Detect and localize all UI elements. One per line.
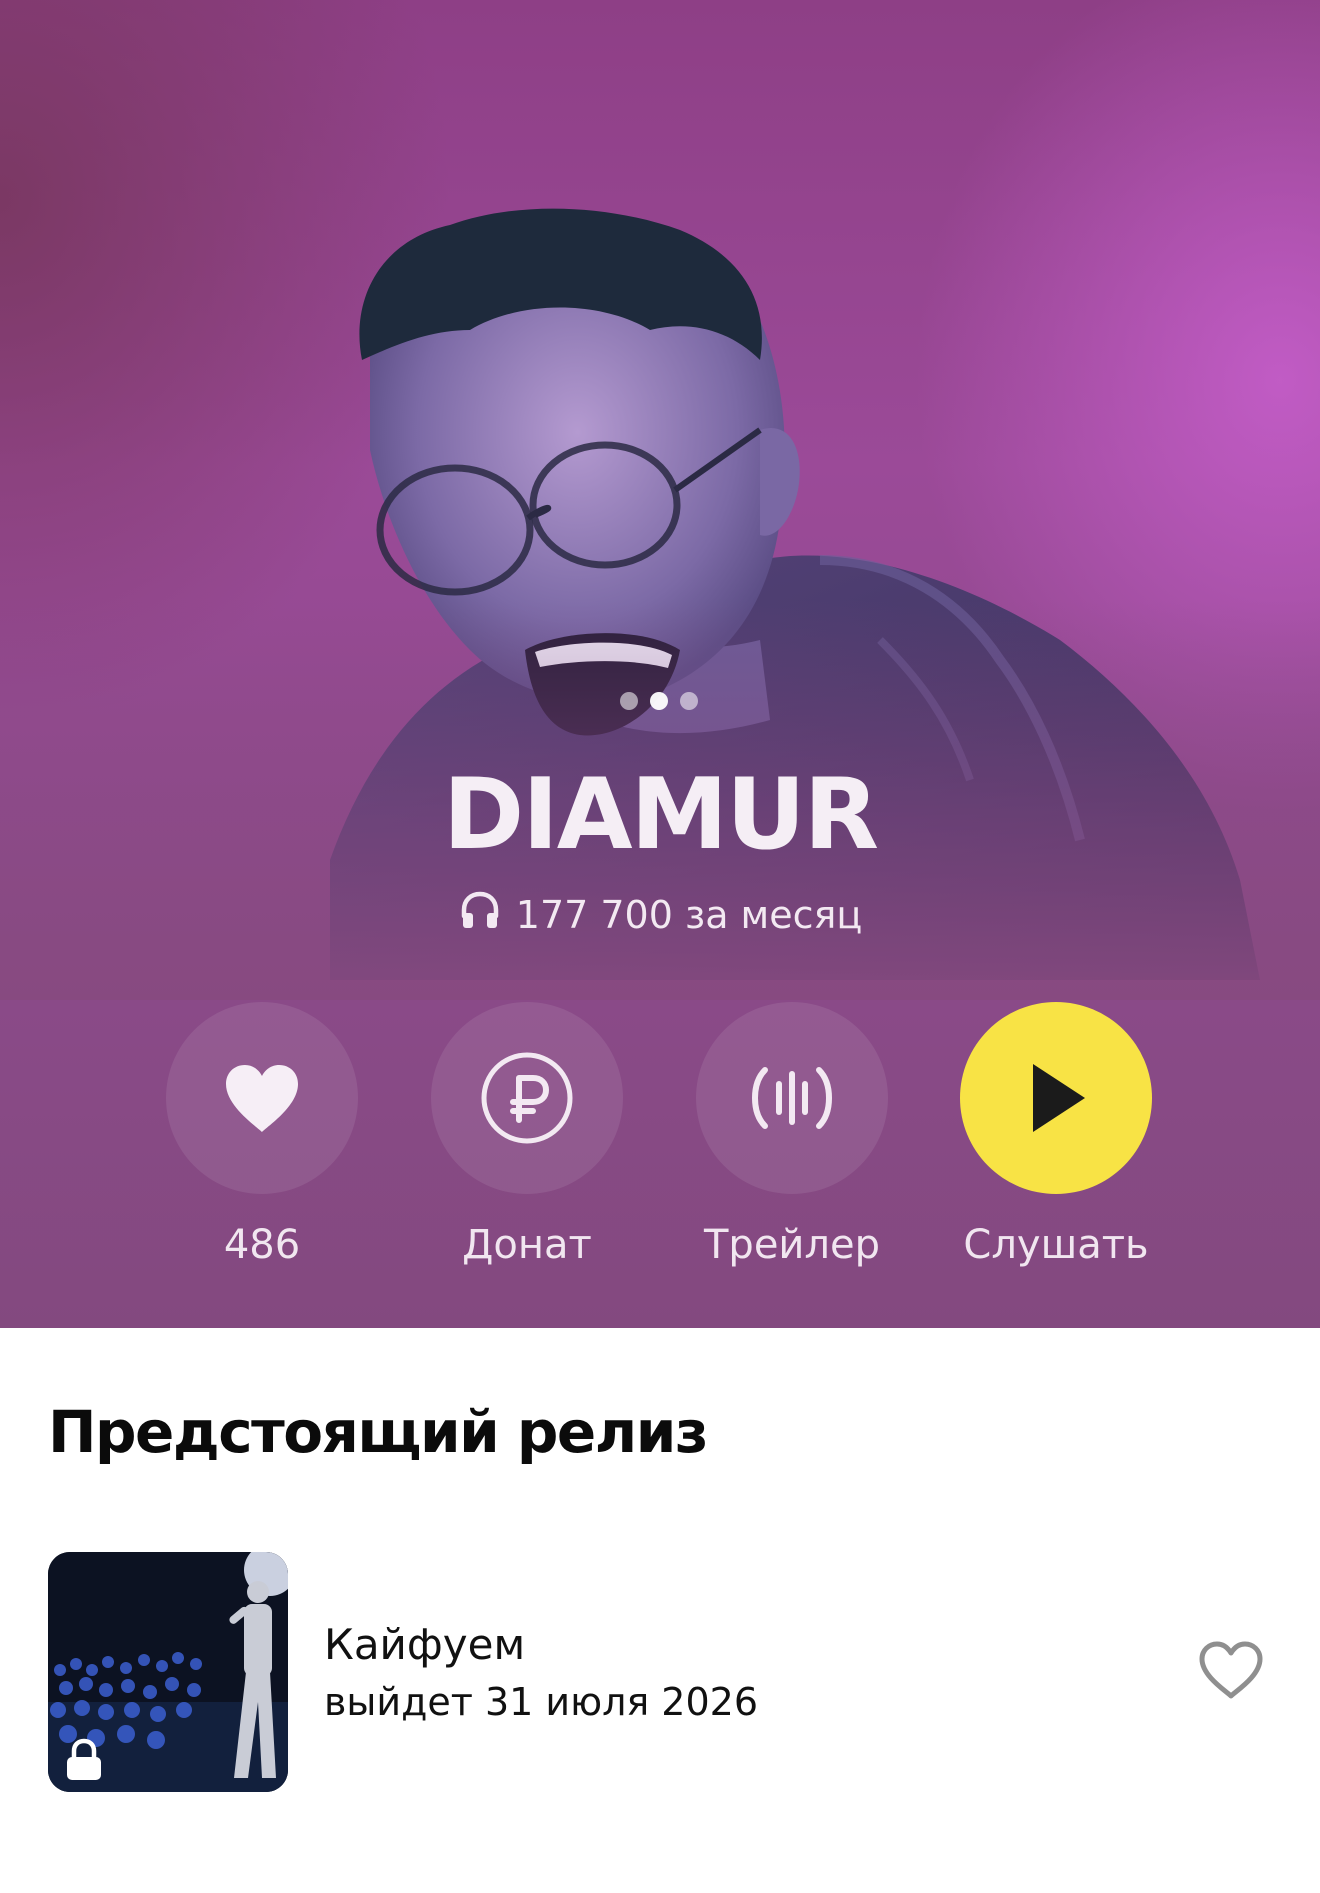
heart-icon	[226, 1065, 298, 1132]
waveform-icon	[751, 1067, 833, 1129]
play-circle[interactable]	[960, 1002, 1152, 1194]
donate-button[interactable]: Донат	[397, 1002, 657, 1268]
listeners-text: 177 700 за месяц	[515, 892, 863, 937]
trailer-circle[interactable]	[696, 1002, 888, 1194]
section-title: Предстоящий релиз	[48, 1398, 709, 1466]
artist-hero: DIAMUR 177 700 за месяц 486 Донат Трейле…	[0, 0, 1320, 1328]
carousel-dot-active[interactable]	[650, 692, 668, 710]
carousel-dot[interactable]	[620, 692, 638, 710]
likes-count: 486	[223, 1222, 301, 1268]
artist-name: DIAMUR	[442, 758, 879, 872]
donate-label: Донат	[462, 1222, 592, 1268]
release-title: Кайфуем	[324, 1620, 526, 1669]
carousel-dot[interactable]	[680, 692, 698, 710]
headphones-icon	[458, 888, 502, 941]
like-circle[interactable]	[166, 1002, 358, 1194]
play-icon	[1033, 1064, 1085, 1132]
trailer-label: Трейлер	[704, 1222, 880, 1268]
listen-label: Слушать	[963, 1222, 1149, 1268]
lock-icon	[67, 1738, 101, 1780]
like-artist-button[interactable]: 486	[132, 1002, 392, 1268]
heart-outline-icon[interactable]	[1198, 1640, 1264, 1700]
release-cover[interactable]	[48, 1552, 288, 1792]
upcoming-release-row[interactable]: Кайфуем выйдет 31 июля 2026	[48, 1552, 1278, 1792]
donate-circle[interactable]	[431, 1002, 623, 1194]
release-date: выйдет 31 июля 2026	[324, 1680, 759, 1724]
listen-button[interactable]: Слушать	[926, 1002, 1186, 1268]
artist-actions: 486 Донат Трейлер Слушать	[0, 1002, 1320, 1282]
carousel-dots	[620, 692, 698, 710]
monthly-listeners: 177 700 за месяц	[0, 888, 1320, 941]
trailer-button[interactable]: Трейлер	[662, 1002, 922, 1268]
ruble-icon	[481, 1052, 573, 1144]
